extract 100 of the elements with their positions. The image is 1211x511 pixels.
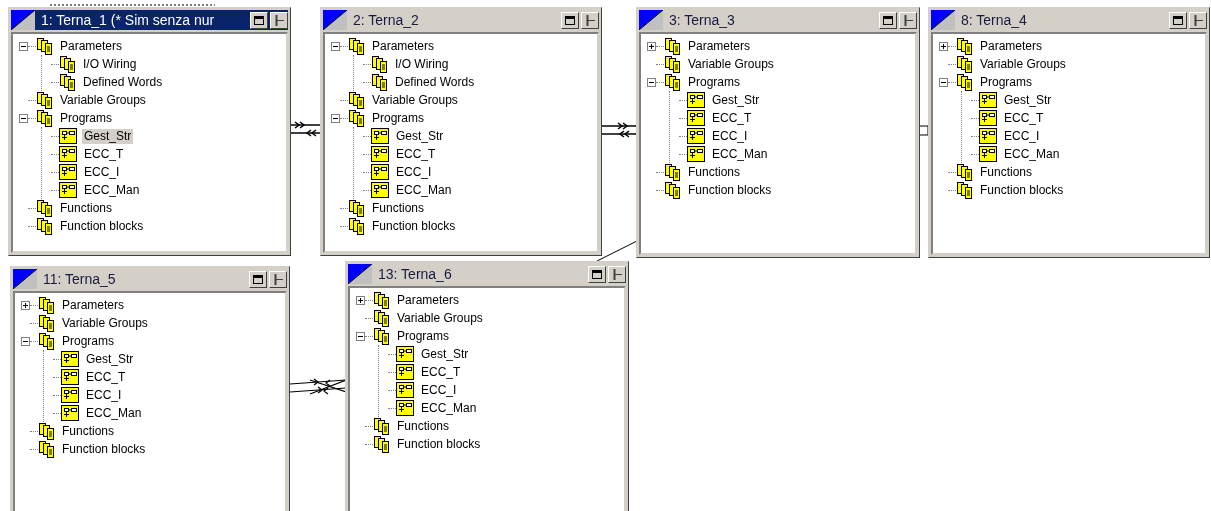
expand-toggle[interactable] bbox=[356, 295, 365, 305]
dock-button[interactable] bbox=[608, 265, 626, 283]
expand-toggle[interactable] bbox=[331, 41, 340, 51]
tree-item[interactable]: ECC_T bbox=[1002, 110, 1046, 126]
expand-toggle[interactable] bbox=[356, 331, 365, 341]
tree-item[interactable]: Variable Groups bbox=[370, 92, 460, 108]
tree-item[interactable]: ECC_Man bbox=[710, 146, 770, 162]
maximize-button[interactable] bbox=[249, 270, 267, 288]
tree-item[interactable]: Variable Groups bbox=[60, 315, 150, 331]
folder-stack-icon bbox=[664, 37, 681, 55]
folder-stack-icon bbox=[38, 314, 55, 332]
tree-item[interactable]: Gest_Str bbox=[1002, 92, 1054, 108]
tree-item[interactable]: Variable Groups bbox=[395, 310, 485, 326]
tree-item[interactable]: ECC_Man bbox=[82, 182, 142, 198]
tree-item[interactable]: ECC_T bbox=[394, 146, 438, 162]
tree-item[interactable]: Function blocks bbox=[395, 436, 483, 452]
tree-item[interactable]: Gest_Str bbox=[84, 351, 136, 367]
tree-item[interactable]: ECC_I bbox=[1002, 128, 1042, 144]
tree-item[interactable]: Parameters bbox=[395, 292, 462, 308]
maximize-button[interactable] bbox=[588, 265, 606, 283]
folder-stack-icon bbox=[36, 109, 53, 127]
folder-stack-icon bbox=[36, 217, 53, 235]
folder-stack-icon bbox=[956, 163, 973, 181]
tree-item[interactable]: ECC_I bbox=[419, 382, 459, 398]
tree-item[interactable]: Function blocks bbox=[686, 182, 774, 198]
folder-stack-icon bbox=[664, 163, 681, 181]
window-title: 11: Terna_5 bbox=[43, 269, 117, 289]
tree-item[interactable]: ECC_I bbox=[82, 164, 122, 180]
expand-toggle[interactable] bbox=[21, 300, 30, 310]
tree-item[interactable]: Programs bbox=[978, 74, 1034, 90]
dock-button[interactable] bbox=[269, 270, 287, 288]
tree-item[interactable]: Programs bbox=[58, 110, 114, 126]
tree-item[interactable]: ECC_Man bbox=[394, 182, 454, 198]
expand-toggle[interactable] bbox=[939, 77, 948, 87]
tree-item[interactable]: Gest_Str bbox=[82, 128, 134, 144]
dock-button[interactable] bbox=[581, 11, 599, 29]
tree-item[interactable]: Gest_Str bbox=[710, 92, 762, 108]
program-block-icon bbox=[979, 110, 997, 126]
expand-toggle[interactable] bbox=[331, 113, 340, 123]
tree-item[interactable]: Parameters bbox=[58, 38, 125, 54]
dock-button[interactable] bbox=[1189, 11, 1207, 29]
tree-item[interactable]: Defined Words bbox=[81, 74, 165, 90]
maximize-icon bbox=[565, 15, 575, 25]
tree-item[interactable]: ECC_Man bbox=[1002, 146, 1062, 162]
tree-item[interactable]: Parameters bbox=[370, 38, 437, 54]
tree-item[interactable]: ECC_I bbox=[710, 128, 750, 144]
expand-toggle[interactable] bbox=[19, 41, 28, 51]
maximize-button[interactable] bbox=[561, 11, 579, 29]
tree-item[interactable]: Programs bbox=[370, 110, 426, 126]
tree-item[interactable]: ECC_T bbox=[419, 364, 463, 380]
expand-toggle[interactable] bbox=[19, 113, 28, 123]
folder-stack-icon bbox=[956, 181, 973, 199]
tree-item[interactable]: Parameters bbox=[60, 297, 127, 313]
maximize-button[interactable] bbox=[879, 11, 897, 29]
tree-item[interactable]: Variable Groups bbox=[978, 56, 1068, 72]
tree-item[interactable]: ECC_T bbox=[710, 110, 754, 126]
tree-item[interactable]: Variable Groups bbox=[58, 92, 148, 108]
expand-toggle[interactable] bbox=[939, 41, 948, 51]
program-block-icon bbox=[59, 128, 77, 144]
tree-item[interactable]: Parameters bbox=[978, 38, 1045, 54]
tree-item[interactable]: Function blocks bbox=[60, 441, 148, 457]
tree-item[interactable]: Programs bbox=[686, 74, 742, 90]
maximize-button[interactable] bbox=[1169, 11, 1187, 29]
tree-item[interactable]: Gest_Str bbox=[419, 346, 471, 362]
tree-item[interactable]: Function blocks bbox=[58, 218, 146, 234]
tree-item[interactable]: Functions bbox=[978, 164, 1035, 180]
tree-item[interactable]: ECC_T bbox=[82, 146, 126, 162]
tree-item[interactable]: Function blocks bbox=[370, 218, 458, 234]
tree-item[interactable]: Functions bbox=[60, 423, 117, 439]
dock-button[interactable] bbox=[270, 11, 288, 29]
link-line-icon bbox=[919, 124, 929, 137]
maximize-button[interactable] bbox=[250, 11, 268, 29]
tree-item[interactable]: Variable Groups bbox=[686, 56, 776, 72]
tree-item[interactable]: Functions bbox=[370, 200, 427, 216]
tree-item[interactable]: I/O Wiring bbox=[393, 56, 451, 72]
tree-item[interactable]: ECC_T bbox=[84, 369, 128, 385]
maximize-icon bbox=[253, 274, 263, 284]
tree-item[interactable]: Functions bbox=[58, 200, 115, 216]
tree-item[interactable]: ECC_Man bbox=[84, 405, 144, 421]
tree-item[interactable]: Gest_Str bbox=[394, 128, 446, 144]
tree-item[interactable]: Functions bbox=[395, 418, 452, 434]
tree-item[interactable]: Functions bbox=[686, 164, 743, 180]
tree-item[interactable]: ECC_Man bbox=[419, 400, 479, 416]
program-block-icon bbox=[371, 128, 389, 144]
tree-item[interactable]: Programs bbox=[395, 328, 451, 344]
expand-toggle[interactable] bbox=[647, 77, 656, 87]
folder-stack-icon bbox=[348, 217, 365, 235]
expand-toggle[interactable] bbox=[21, 336, 30, 346]
dock-button[interactable] bbox=[899, 11, 917, 29]
tree-item[interactable]: I/O Wiring bbox=[81, 56, 139, 72]
folder-stack-icon bbox=[38, 440, 55, 458]
folder-stack-icon bbox=[664, 73, 681, 91]
program-block-icon bbox=[979, 92, 997, 108]
tree-item[interactable]: Function blocks bbox=[978, 182, 1066, 198]
tree-item[interactable]: ECC_I bbox=[394, 164, 434, 180]
tree-item[interactable]: Parameters bbox=[686, 38, 753, 54]
tree-item[interactable]: Programs bbox=[60, 333, 116, 349]
tree-item[interactable]: ECC_I bbox=[84, 387, 124, 403]
expand-toggle[interactable] bbox=[647, 41, 656, 51]
tree-item[interactable]: Defined Words bbox=[393, 74, 477, 90]
